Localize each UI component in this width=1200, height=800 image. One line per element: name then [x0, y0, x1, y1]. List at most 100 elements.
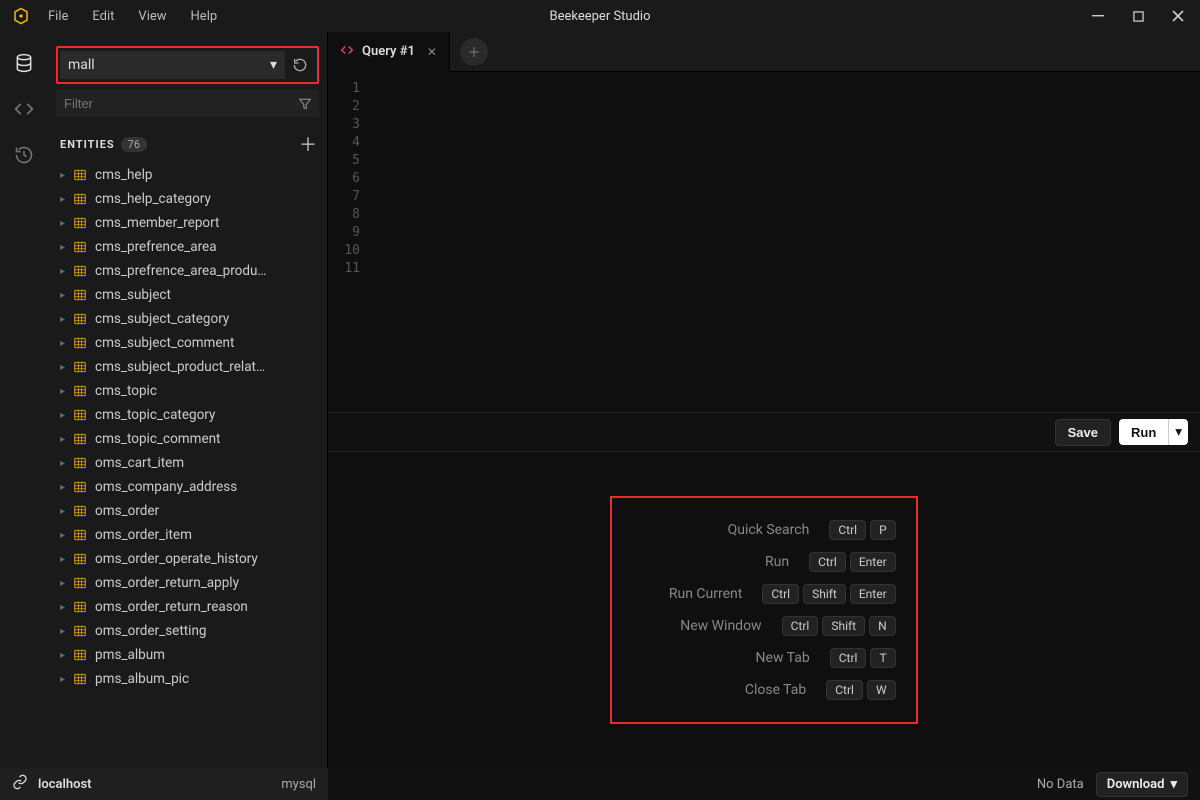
tab-bar: Query #1 ✕ ＋	[328, 32, 1200, 72]
line-number-gutter: 1234567891011	[328, 72, 368, 412]
window-close[interactable]	[1164, 2, 1192, 30]
tab-query-1[interactable]: Query #1 ✕	[328, 32, 450, 72]
table-row[interactable]: ▸cms_prefrence_area	[48, 235, 325, 259]
table-row[interactable]: ▸oms_order_return_apply	[48, 571, 325, 595]
table-icon	[73, 552, 87, 566]
table-row[interactable]: ▸oms_order_item	[48, 523, 325, 547]
table-icon	[73, 432, 87, 446]
connection-host: localhost	[38, 777, 92, 792]
app-title: Beekeeper Studio	[549, 9, 650, 24]
table-icon	[73, 336, 87, 350]
shortcut-name: Run	[679, 554, 789, 570]
table-name: pms_album	[95, 647, 165, 663]
table-icon	[73, 600, 87, 614]
menu-view[interactable]: View	[128, 5, 176, 28]
chevron-right-icon: ▸	[60, 434, 65, 445]
chevron-right-icon: ▸	[60, 338, 65, 349]
chevron-right-icon: ▸	[60, 482, 65, 493]
chevron-right-icon: ▸	[60, 290, 65, 301]
table-name: oms_cart_item	[95, 455, 184, 471]
chevron-right-icon: ▸	[60, 194, 65, 205]
table-name: pms_album_pic	[95, 671, 189, 687]
keyboard-key: W	[867, 680, 896, 700]
title-bar: File Edit View Help Beekeeper Studio	[0, 0, 1200, 32]
keyboard-key: Ctrl	[762, 584, 799, 604]
keyboard-key: Ctrl	[809, 552, 846, 572]
app-logo	[12, 7, 30, 25]
shortcut-row: Close TabCtrlW	[632, 674, 895, 706]
chevron-right-icon: ▸	[60, 170, 65, 181]
chevron-right-icon: ▸	[60, 386, 65, 397]
database-dropdown[interactable]: mall ▾	[60, 51, 285, 79]
table-icon	[73, 168, 87, 182]
download-button[interactable]: Download▾	[1096, 772, 1188, 797]
entities-count: 76	[121, 137, 147, 152]
table-name: oms_order_return_apply	[95, 575, 239, 591]
filter-icon[interactable]	[291, 97, 319, 111]
table-row[interactable]: ▸cms_subject_product_relat…	[48, 355, 325, 379]
run-button[interactable]: Run	[1119, 419, 1168, 445]
results-pane-empty: Quick SearchCtrlPRunCtrlEnterRun Current…	[328, 452, 1200, 768]
tab-close-icon[interactable]: ✕	[427, 45, 437, 59]
status-bar-right: No Data Download▾	[328, 768, 1200, 800]
menu-file[interactable]: File	[38, 5, 78, 28]
table-row[interactable]: ▸ cms_subject	[48, 283, 325, 307]
save-button[interactable]: Save	[1055, 419, 1111, 446]
new-tab-button[interactable]: ＋	[460, 38, 488, 66]
table-row[interactable]: ▸cms_subject_category	[48, 307, 325, 331]
entity-list[interactable]: ▸ cms_help ▸cms_help_category▸cms_member_r…	[48, 163, 327, 768]
table-row[interactable]: ▸oms_order	[48, 499, 325, 523]
chevron-right-icon: ▸	[60, 362, 65, 373]
table-row[interactable]: ▸ oms_cart_item	[48, 451, 325, 475]
chevron-right-icon: ▸	[60, 602, 65, 613]
menu-edit[interactable]: Edit	[82, 5, 124, 28]
keyboard-key: Enter	[850, 552, 896, 572]
table-name: cms_help	[95, 167, 152, 183]
shortcut-name: New Tab	[700, 650, 810, 666]
database-icon[interactable]	[13, 52, 35, 74]
menu-help[interactable]: Help	[181, 5, 228, 28]
chevron-right-icon: ▸	[60, 626, 65, 637]
table-row[interactable]: ▸oms_company_address	[48, 475, 325, 499]
chevron-right-icon: ▸	[60, 674, 65, 685]
table-row[interactable]: ▸cms_member_report	[48, 211, 325, 235]
table-row[interactable]: ▸ pms_album_pic	[48, 667, 325, 691]
chevron-right-icon: ▸	[60, 218, 65, 229]
table-row[interactable]: ▸cms_prefrence_area_produ…	[48, 259, 325, 283]
table-row[interactable]: ▸ pms_album	[48, 643, 325, 667]
table-icon	[73, 576, 87, 590]
shortcut-row: Run CurrentCtrlShiftEnter	[632, 578, 895, 610]
table-row[interactable]: ▸oms_order_operate_history	[48, 547, 325, 571]
keyboard-key: Enter	[850, 584, 896, 604]
app-menu: File Edit View Help	[38, 5, 227, 28]
code-tag-icon	[340, 43, 354, 60]
table-row[interactable]: ▸ cms_topic_comment	[48, 427, 325, 451]
window-minimize[interactable]	[1084, 2, 1112, 30]
table-row[interactable]: ▸ oms_order_setting	[48, 619, 325, 643]
table-row[interactable]: ▸cms_subject_comment	[48, 331, 325, 355]
table-row[interactable]: ▸cms_topic_category	[48, 403, 325, 427]
table-name: cms_subject	[95, 287, 171, 303]
keyboard-key: Ctrl	[830, 648, 867, 668]
table-row[interactable]: ▸cms_help_category	[48, 187, 325, 211]
code-editor[interactable]: 1234567891011	[328, 72, 1200, 412]
code-content[interactable]	[368, 72, 1200, 412]
table-row[interactable]: ▸ cms_help	[48, 163, 325, 187]
table-name: oms_order_setting	[95, 623, 206, 639]
table-row[interactable]: ▸oms_order_return_reason	[48, 595, 325, 619]
filter-input[interactable]	[56, 90, 291, 117]
refresh-button[interactable]	[285, 50, 315, 80]
run-dropdown-button[interactable]: ▾	[1168, 419, 1188, 445]
table-icon	[73, 624, 87, 638]
history-icon[interactable]	[13, 144, 35, 166]
keyboard-key: Ctrl	[829, 520, 866, 540]
chevron-right-icon: ▸	[60, 458, 65, 469]
table-row[interactable]: ▸cms_topic	[48, 379, 325, 403]
keyboard-key: Ctrl	[782, 616, 819, 636]
entities-header: ENTITIES 76 ＋	[48, 125, 327, 163]
add-entity-button[interactable]: ＋	[299, 131, 317, 157]
code-icon[interactable]	[13, 98, 35, 120]
table-name: cms_topic_comment	[95, 431, 220, 447]
chevron-right-icon: ▸	[60, 650, 65, 661]
window-maximize[interactable]	[1124, 2, 1152, 30]
